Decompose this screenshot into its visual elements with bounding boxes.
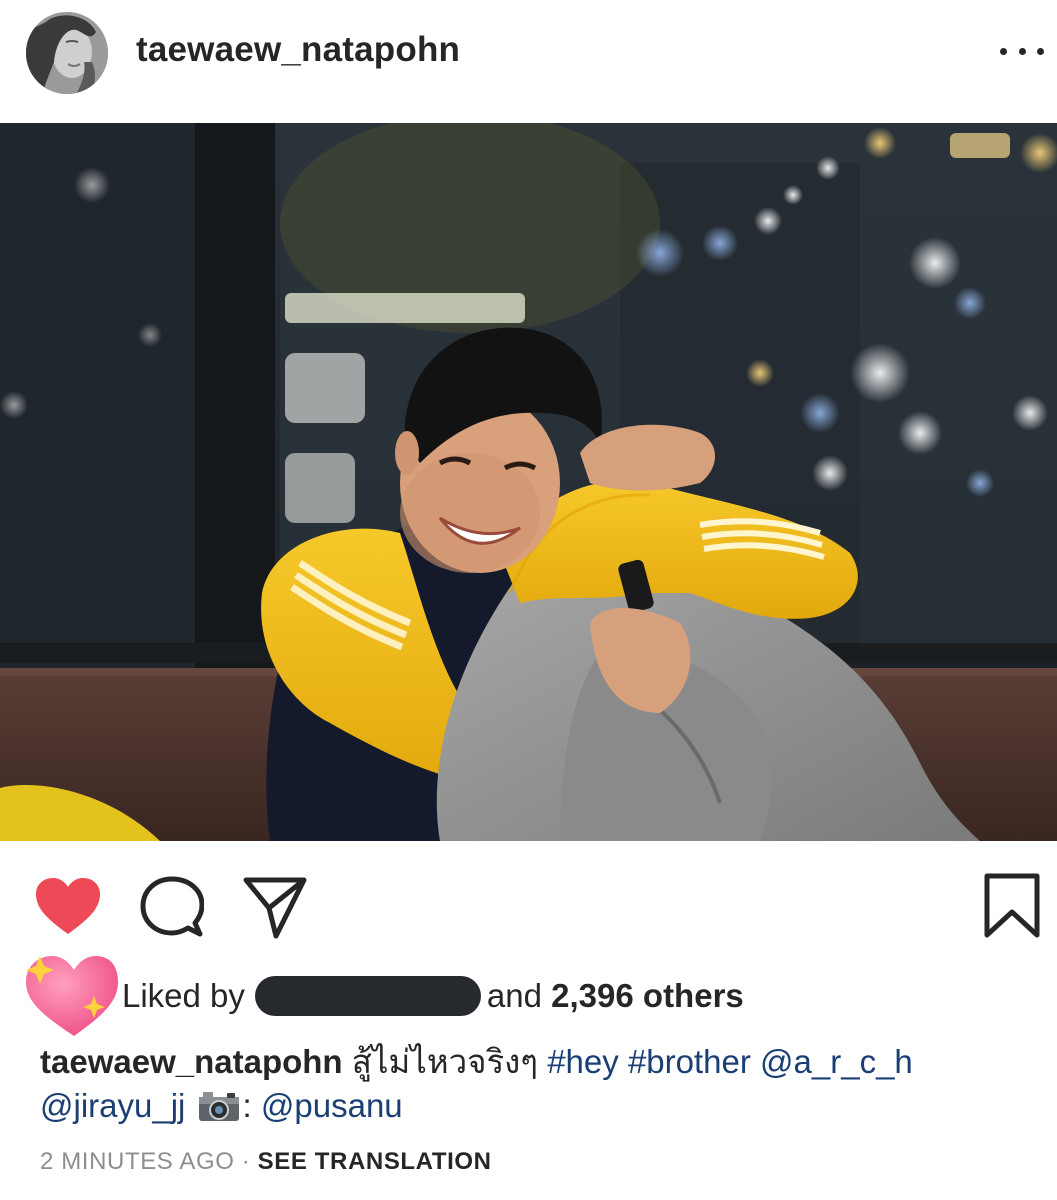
mention-pusanu[interactable]: @pusanu	[261, 1087, 403, 1124]
more-options-button[interactable]	[1000, 36, 1044, 66]
mention-jirayu-jj[interactable]: @jirayu_jj	[40, 1087, 185, 1124]
more-options-icon-dot	[1037, 47, 1044, 55]
redacted-username	[254, 976, 481, 1016]
hashtag-hey[interactable]: #hey	[547, 1043, 619, 1080]
timestamp: 2 MINUTES AGO	[40, 1148, 235, 1175]
likes-count[interactable]: 2,396 others	[551, 977, 744, 1015]
avatar-portrait	[26, 12, 108, 94]
bookmark-icon	[984, 873, 1040, 938]
more-options-icon	[1000, 47, 1007, 55]
hashtag-brother[interactable]: #brother	[628, 1043, 751, 1080]
save-button[interactable]	[982, 872, 1042, 945]
heart-filled-icon	[36, 878, 100, 934]
post-photo[interactable]	[0, 123, 1057, 841]
likes-prefix: Liked by	[122, 977, 245, 1014]
sparkling-heart-icon	[22, 950, 122, 1040]
caption: taewaew_natapohn สู้ไม่ไหวจริงๆ #hey #br…	[40, 1040, 1030, 1134]
photo-image	[0, 123, 1057, 841]
likes-row: Liked by and 2,396 others	[22, 950, 1032, 1040]
mention-a-r-c-h[interactable]: @a_r_c_h	[760, 1043, 913, 1080]
caption-username[interactable]: taewaew_natapohn	[40, 1043, 343, 1080]
more-options-icon-dot	[1018, 47, 1026, 55]
header-username[interactable]: taewaew_natapohn	[136, 30, 460, 70]
action-bar	[0, 862, 1057, 942]
comment-bubble-icon	[140, 876, 205, 937]
caption-text: สู้ไม่ไหวจริงๆ	[351, 1043, 539, 1080]
camera-emoji-icon	[197, 1089, 241, 1134]
comment-button[interactable]	[140, 876, 205, 943]
like-button[interactable]	[34, 876, 102, 941]
post-meta: 2 MINUTES AGO · SEE TRANSLATION	[40, 1148, 492, 1176]
avatar[interactable]	[26, 12, 108, 94]
see-translation-link[interactable]: SEE TRANSLATION	[258, 1148, 492, 1175]
camera-colon: :	[242, 1087, 252, 1124]
likes-connector: and	[486, 977, 542, 1014]
paper-plane-icon	[243, 877, 307, 939]
likes-summary[interactable]: Liked by and 2,396 others	[122, 976, 744, 1016]
share-button[interactable]	[242, 874, 308, 945]
meta-separator: ·	[241, 1148, 251, 1175]
post-header: taewaew_natapohn	[0, 0, 1057, 110]
